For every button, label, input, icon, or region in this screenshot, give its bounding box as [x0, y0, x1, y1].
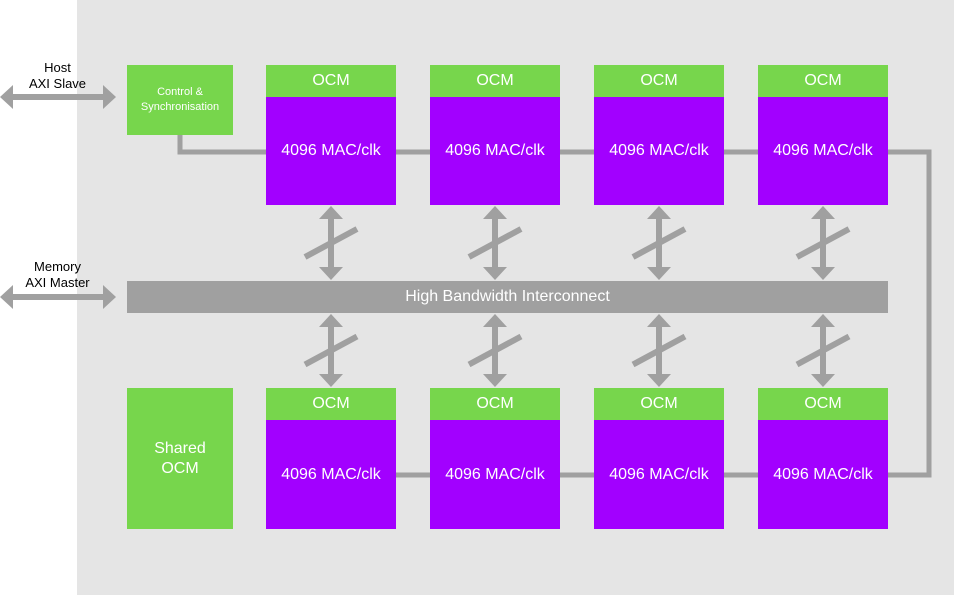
- arrow-head: [103, 285, 116, 309]
- arrow-head: [319, 314, 343, 327]
- arrow-head: [319, 206, 343, 219]
- host-axi-slave-label: Host AXI Slave: [28, 60, 87, 91]
- ocm-block: OCM: [266, 388, 396, 420]
- high-bandwidth-interconnect: High Bandwidth Interconnect: [127, 281, 888, 313]
- arrow-head: [483, 267, 507, 280]
- arrow-head: [319, 374, 343, 387]
- arrow-head: [0, 85, 13, 109]
- mac-block: 4096 MAC/clk: [758, 420, 888, 529]
- arrow-head: [811, 267, 835, 280]
- mac-block: 4096 MAC/clk: [594, 420, 724, 529]
- ocm-block: OCM: [594, 65, 724, 97]
- arrow-head: [647, 267, 671, 280]
- arrow-head: [811, 206, 835, 219]
- mac-block: 4096 MAC/clk: [430, 420, 560, 529]
- arrow-head: [483, 314, 507, 327]
- ocm-block: OCM: [758, 65, 888, 97]
- mac-block: 4096 MAC/clk: [266, 97, 396, 205]
- control-synchronisation-block: Control & Synchronisation: [127, 65, 233, 135]
- control-link: [177, 135, 266, 155]
- arrow-head: [319, 267, 343, 280]
- mac-block: 4096 MAC/clk: [758, 97, 888, 205]
- memory-axi-master-label: Memory AXI Master: [25, 259, 90, 290]
- arrow-head: [483, 206, 507, 219]
- arrow-head: [647, 206, 671, 219]
- arrow-head: [483, 374, 507, 387]
- ocm-block: OCM: [266, 65, 396, 97]
- arrow-head: [811, 374, 835, 387]
- loop-link: [888, 149, 932, 478]
- shared-ocm-block: Shared OCM: [127, 388, 233, 529]
- arrow-head: [647, 314, 671, 327]
- mac-block: 4096 MAC/clk: [266, 420, 396, 529]
- mac-block: 4096 MAC/clk: [430, 97, 560, 205]
- arrow-head: [0, 285, 13, 309]
- ocm-block: OCM: [430, 65, 560, 97]
- ocm-block: OCM: [430, 388, 560, 420]
- arrow-head: [647, 374, 671, 387]
- arrow-head: [103, 85, 116, 109]
- ocm-block: OCM: [594, 388, 724, 420]
- arrow-head: [811, 314, 835, 327]
- mac-block: 4096 MAC/clk: [594, 97, 724, 205]
- ocm-block: OCM: [758, 388, 888, 420]
